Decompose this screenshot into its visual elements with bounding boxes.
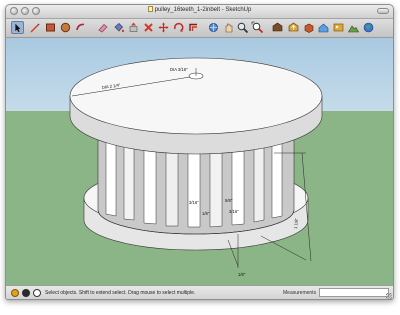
- status-bar: Select objects. Shift to extend select. …: [6, 285, 393, 299]
- dim-tooth-depth: 3/16": [229, 209, 239, 214]
- measurements-input[interactable]: [319, 288, 389, 297]
- measurements-label: Measurements: [283, 290, 317, 296]
- offset-tool-button[interactable]: [187, 21, 200, 34]
- paint-bucket-icon: [114, 23, 125, 33]
- place-model-button[interactable]: [317, 21, 330, 34]
- sketchup-window: pulley_16teeth_1-2inbelt - SketchUp DIA …: [5, 4, 394, 300]
- dim-flange: 1/8": [238, 272, 246, 277]
- help-icon[interactable]: [33, 289, 41, 297]
- paint-bucket-button[interactable]: [112, 21, 125, 34]
- pan-icon: [225, 23, 233, 33]
- follow-me-button[interactable]: [142, 21, 155, 34]
- model-viewport[interactable]: DIA 3/16" DIA 2 1/4" 3/16" 5/8" 1/8" 3/1…: [6, 38, 393, 285]
- eraser-icon: [98, 24, 108, 33]
- get-models-button[interactable]: [271, 21, 284, 34]
- window-title-text: pulley_16teeth_1-2inbelt - SketchUp: [154, 7, 252, 13]
- offset-icon: [189, 23, 197, 31]
- rotate-icon: [174, 22, 184, 32]
- rotate-tool-button[interactable]: [172, 21, 185, 34]
- share-model-button[interactable]: [287, 21, 300, 34]
- zoom-extents-icon: [251, 21, 264, 34]
- google-earth-button[interactable]: [362, 21, 375, 34]
- arc-icon: [76, 23, 85, 31]
- move-icon: [158, 22, 169, 33]
- dim-tooth-gap-b: 5/8": [225, 198, 233, 203]
- dim-tooth-width: 1/8": [202, 211, 210, 216]
- components-icon: [304, 23, 314, 33]
- components-button[interactable]: [302, 21, 315, 34]
- get-models-icon: [272, 22, 283, 32]
- toolbar-toggle-button[interactable]: [377, 8, 389, 14]
- share-model-icon: [288, 22, 299, 32]
- window-title: pulley_16teeth_1-2inbelt - SketchUp: [6, 6, 393, 13]
- place-model-icon: [318, 23, 329, 33]
- dim-top-hole: DIA 3/16": [170, 67, 188, 72]
- select-arrow-icon: [15, 23, 21, 33]
- zoom-tool-button[interactable]: [236, 21, 249, 34]
- push-pull-icon: [129, 22, 138, 32]
- title-bar: pulley_16teeth_1-2inbelt - SketchUp: [6, 5, 393, 19]
- status-hint: Select objects. Shift to extend select. …: [45, 290, 196, 296]
- orbit-tool-button[interactable]: [207, 21, 220, 34]
- pan-tool-button[interactable]: [222, 21, 235, 34]
- rectangle-icon: [46, 23, 55, 32]
- document-icon: [147, 6, 153, 12]
- select-tool-button[interactable]: [11, 21, 24, 34]
- main-toolbar: [6, 19, 393, 38]
- rectangle-tool-button[interactable]: [44, 21, 57, 34]
- move-tool-button[interactable]: [157, 21, 170, 34]
- pencil-line-icon: [30, 23, 40, 33]
- push-pull-button[interactable]: [127, 21, 140, 34]
- circle-tool-button[interactable]: [59, 21, 72, 34]
- follow-me-icon: [144, 23, 153, 32]
- google-earth-icon: [363, 22, 374, 33]
- line-tool-button[interactable]: [28, 21, 41, 34]
- arc-tool-button[interactable]: [74, 21, 87, 34]
- photo-texture-icon: [333, 23, 344, 32]
- toggle-terrain-button[interactable]: [347, 21, 360, 34]
- dim-height: 1 1/8": [293, 217, 299, 229]
- zoom-extents-button[interactable]: [251, 21, 264, 34]
- credits-icon[interactable]: [22, 289, 30, 297]
- dim-tooth-gap-a: 3/16": [189, 200, 199, 205]
- toggle-terrain-icon: [347, 25, 360, 33]
- geo-location-icon[interactable]: [11, 289, 19, 297]
- orbit-icon: [209, 23, 218, 32]
- resize-grip[interactable]: [386, 293, 392, 299]
- zoom-icon: [237, 22, 249, 34]
- circle-icon: [60, 22, 71, 33]
- eraser-tool-button[interactable]: [96, 21, 109, 34]
- viewport-canvas[interactable]: DIA 3/16" DIA 2 1/4" 3/16" 5/8" 1/8" 3/1…: [6, 38, 393, 285]
- photo-texture-button[interactable]: [332, 21, 345, 34]
